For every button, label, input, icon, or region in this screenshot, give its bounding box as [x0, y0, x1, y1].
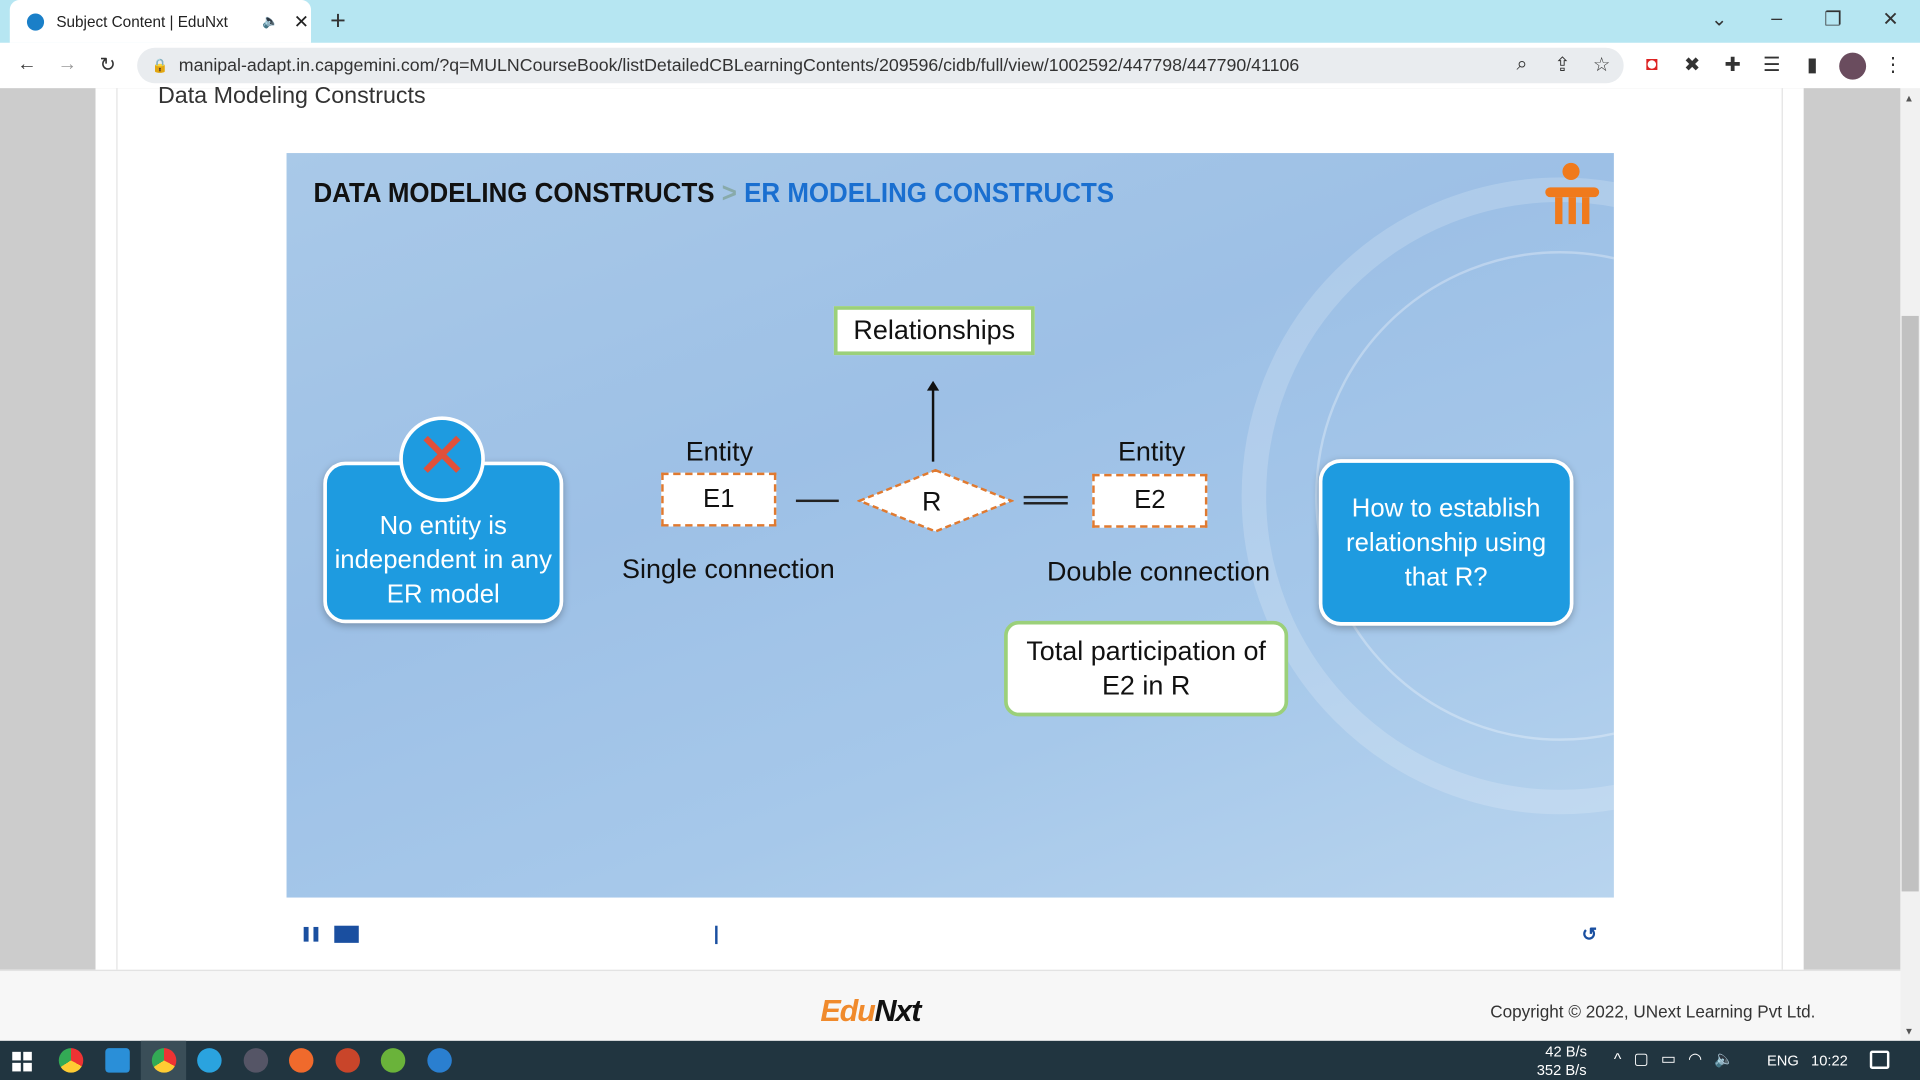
relationship-r: R [922, 486, 942, 517]
page-heading: Data Modeling Constructs [157, 83, 426, 109]
reload-icon[interactable]: ↻ [94, 51, 121, 78]
new-tab-button[interactable]: + [324, 5, 351, 36]
breadcrumb: DATA MODELING CONSTRUCTS > ER MODELING C… [313, 176, 1115, 209]
extension-icon[interactable]: ◘ [1638, 51, 1665, 78]
extension-icon[interactable]: ✖ [1679, 51, 1706, 78]
network-speed-down: 352 B/s [1536, 1061, 1587, 1079]
chrome-icon[interactable] [58, 1048, 84, 1073]
progress-scrubber[interactable] [715, 925, 718, 945]
right-note-box: How to establish relationship using that… [1318, 459, 1574, 626]
extensions-puzzle-icon[interactable]: ✚ [1719, 51, 1746, 78]
windows-start-icon[interactable] [12, 1051, 32, 1072]
address-bar[interactable]: 🔒 manipal-adapt.in.capgemini.com/?q=MULN… [137, 47, 1624, 84]
postman-icon[interactable] [288, 1048, 314, 1073]
app-icon[interactable] [427, 1048, 452, 1073]
app-icon[interactable] [243, 1048, 269, 1073]
entity2-caption: Entity [1117, 435, 1186, 467]
taskbar: 42 B/s 352 B/s ^▢▭◠🔈 ENG 10:22 [0, 1040, 1920, 1080]
media-control-icon[interactable]: ☰ [1758, 51, 1785, 78]
lock-icon: 🔒 [151, 58, 169, 74]
restore-button[interactable]: ❐ [1820, 6, 1847, 33]
edunxt-logo: EduNxt [820, 994, 921, 1029]
notifications-icon[interactable] [1869, 1050, 1890, 1069]
single-connection-label: Single connection [622, 553, 835, 585]
double-connection-label: Double connection [1046, 555, 1271, 587]
vscode-icon[interactable] [105, 1048, 130, 1073]
cross-icon: ✕ [399, 416, 485, 503]
scroll-down-arrow[interactable]: ▼ [1904, 1026, 1914, 1037]
relationships-label: Relationships [833, 306, 1035, 356]
telegram-icon[interactable] [197, 1048, 222, 1073]
utorrent-icon[interactable] [380, 1048, 406, 1073]
clock[interactable]: 10:22 [1811, 1052, 1848, 1069]
tab-search-icon[interactable]: ⌄ [1706, 6, 1733, 33]
video-slide[interactable]: DATA MODELING CONSTRUCTS > ER MODELING C… [286, 153, 1614, 898]
copyright-text: Copyright © 2022, UNext Learning Pvt Ltd… [1490, 1001, 1816, 1022]
chrome-profile-icon[interactable] [151, 1048, 177, 1073]
site-favicon [26, 12, 45, 31]
entity-e1: E1 [661, 472, 777, 527]
entity1-caption: Entity [685, 435, 754, 467]
menu-icon[interactable]: ⋮ [1880, 51, 1907, 78]
minimize-button[interactable]: – [1763, 6, 1790, 33]
powerpoint-icon[interactable] [335, 1048, 361, 1073]
single-line [795, 499, 839, 503]
browser-tab[interactable]: Subject Content | EduNxt 🔈 ✕ [9, 0, 312, 43]
total-participation-box: Total participation of E2 in R [1004, 620, 1289, 717]
brand-mascot-logo [1545, 162, 1600, 225]
replay-icon[interactable]: ↺ [1576, 921, 1603, 948]
network-speed-up: 42 B/s [1545, 1043, 1587, 1061]
close-tab-icon[interactable]: ✕ [294, 10, 309, 33]
scrollbar-thumb[interactable] [1901, 315, 1919, 892]
arrow-up [931, 385, 935, 462]
scroll-up-arrow[interactable]: ▲ [1904, 93, 1914, 104]
entity-e2: E2 [1092, 473, 1208, 528]
back-icon[interactable]: ← [13, 51, 40, 78]
double-line [1023, 495, 1068, 505]
pause-button[interactable] [303, 926, 319, 942]
url-text[interactable]: manipal-adapt.in.capgemini.com/?q=MULNCo… [179, 56, 1299, 76]
close-window-button[interactable]: ✕ [1877, 6, 1904, 33]
share-icon[interactable]: ⇪ [1549, 51, 1576, 78]
forward-icon[interactable]: → [54, 51, 81, 78]
zoom-icon[interactable]: ⌕ [1509, 51, 1536, 78]
arrow-head [926, 380, 940, 391]
tab-title: Subject Content | EduNxt [56, 12, 228, 31]
language-indicator[interactable]: ENG [1767, 1052, 1799, 1069]
bookmark-star-icon[interactable]: ☆ [1588, 51, 1615, 78]
side-panel-icon[interactable]: ▮ [1799, 51, 1826, 78]
audio-icon[interactable]: 🔈 [262, 13, 279, 30]
stop-button[interactable] [334, 925, 359, 943]
tray-icons[interactable]: ^▢▭◠🔈 [1614, 1049, 1746, 1069]
profile-avatar[interactable] [1839, 52, 1867, 80]
